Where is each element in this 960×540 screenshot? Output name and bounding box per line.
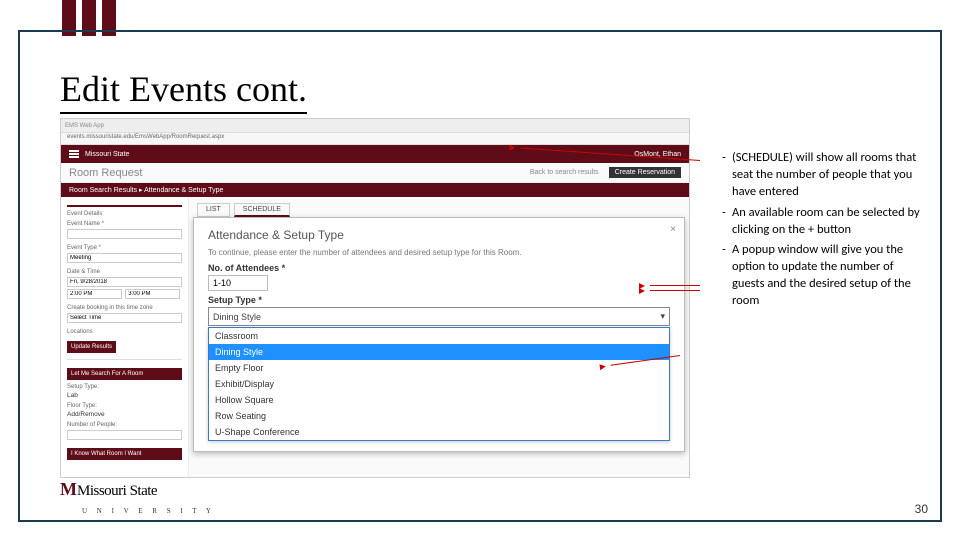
chevron-down-icon: ▾	[660, 311, 665, 322]
tab-list[interactable]: LIST	[197, 203, 230, 217]
app-screenshot: EMS Web App events.missouristate.edu/Ems…	[60, 118, 690, 478]
arrow-annotation	[650, 290, 700, 291]
tab-schedule[interactable]: SCHEDULE	[234, 203, 290, 217]
page-title: Room Request	[69, 167, 142, 179]
attendance-modal: × Attendance & Setup Type To continue, p…	[193, 217, 685, 452]
know-room-button[interactable]: I Know What Room I Want	[67, 448, 182, 460]
event-type-input[interactable]	[67, 253, 182, 263]
search-room-button[interactable]: Let Me Search For A Room	[67, 368, 182, 380]
num-people-input[interactable]	[67, 430, 182, 440]
modal-desc: To continue, please enter the number of …	[208, 248, 670, 257]
bullet-text: (SCHEDULE) will show all rooms that seat…	[732, 150, 922, 201]
event-details-label: Event Details	[67, 211, 182, 217]
bullet-list: -(SCHEDULE) will show all rooms that sea…	[722, 150, 922, 314]
browser-url-bar: events.missouristate.edu/EmsWebApp/RoomR…	[61, 133, 689, 145]
dropdown-option[interactable]: Row Seating	[209, 408, 669, 424]
end-time-input[interactable]	[125, 289, 180, 299]
setup-type-select[interactable]: Dining Style ▾	[208, 307, 670, 326]
footer-logo: MMissouri State U N I V E R S I T Y	[60, 479, 215, 518]
menu-icon[interactable]	[69, 150, 79, 158]
brand-label: Missouri State	[85, 151, 129, 158]
timezone-select[interactable]	[67, 313, 182, 323]
update-results-button[interactable]: Update Results	[67, 341, 116, 353]
breadcrumb: Room Search Results ▸ Attendance & Setup…	[61, 183, 689, 197]
browser-tab-bar: EMS Web App	[61, 119, 689, 133]
num-attendees-input[interactable]	[208, 275, 268, 291]
bullet-text: An available room can be selected by cli…	[732, 205, 922, 239]
dropdown-option[interactable]: Exhibit/Display	[209, 376, 669, 392]
arrow-annotation	[650, 285, 700, 286]
back-link[interactable]: Back to search results	[524, 167, 605, 178]
close-icon[interactable]: ×	[670, 224, 676, 235]
app-header: Missouri State OsMont, Ethan	[61, 145, 689, 163]
page-title-row: Room Request Back to search results Crea…	[61, 163, 689, 183]
num-attendees-label: No. of Attendees *	[208, 263, 670, 273]
dropdown-option[interactable]: Hollow Square	[209, 392, 669, 408]
dropdown-option[interactable]: Dining Style	[209, 344, 669, 360]
setup-type-dropdown: Classroom Dining Style Empty Floor Exhib…	[208, 327, 670, 441]
start-time-input[interactable]	[67, 289, 122, 299]
sidebar: Event Details Event Name * Event Type * …	[61, 197, 189, 477]
bullet-text: A popup window will give you the option …	[732, 242, 922, 310]
dropdown-option[interactable]: U-Shape Conference	[209, 424, 669, 440]
event-name-input[interactable]	[67, 229, 182, 239]
setup-type-label: Setup Type *	[208, 295, 670, 305]
slide-title: Edit Events cont.	[60, 68, 307, 114]
create-reservation-button[interactable]: Create Reservation	[609, 167, 681, 178]
date-input[interactable]	[67, 277, 182, 287]
dropdown-option[interactable]: Classroom	[209, 328, 669, 344]
modal-title: Attendance & Setup Type	[208, 228, 670, 242]
content-area: LIST SCHEDULE Rooms You Can Request Post…	[189, 197, 689, 477]
page-number: 30	[915, 502, 928, 516]
